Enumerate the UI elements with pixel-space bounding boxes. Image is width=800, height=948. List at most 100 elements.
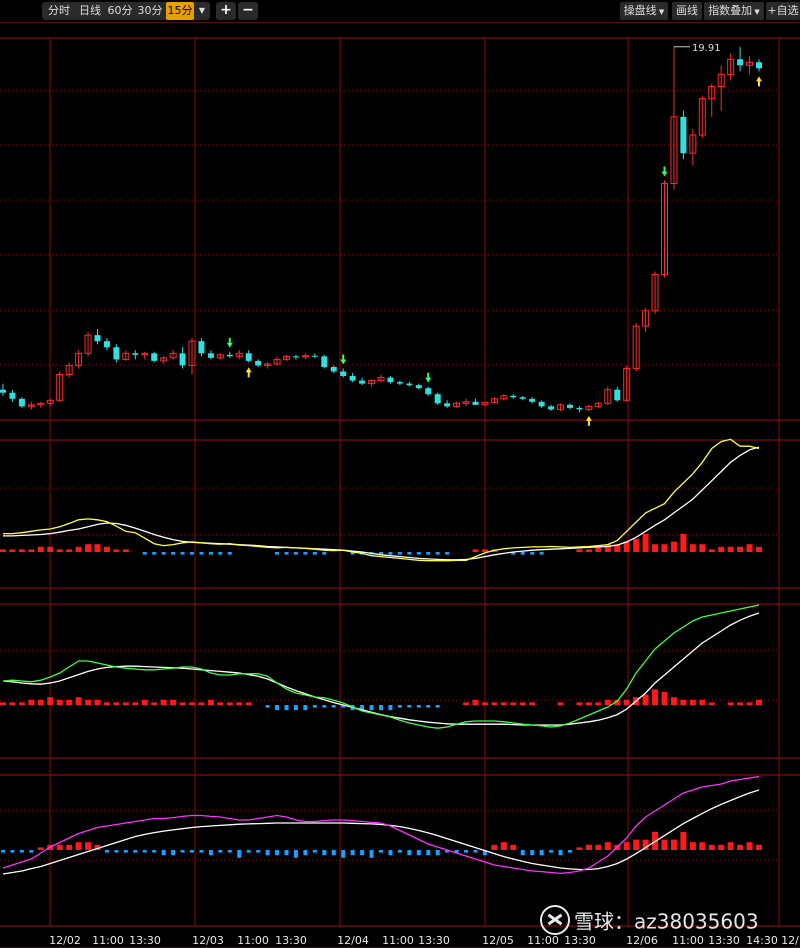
candle xyxy=(198,341,205,354)
histogram-bar xyxy=(407,850,412,856)
candle xyxy=(113,347,120,360)
histogram-bar xyxy=(737,844,744,850)
candle xyxy=(132,353,139,355)
histogram-bar xyxy=(500,702,507,705)
histogram-bar xyxy=(199,552,204,555)
histogram-bar xyxy=(179,702,186,705)
period-tab-30min[interactable]: 30分 xyxy=(136,2,164,20)
candle xyxy=(415,385,422,389)
zoom-in-button[interactable]: + xyxy=(216,2,236,20)
histogram-bar xyxy=(435,850,440,856)
histogram-bar xyxy=(56,844,63,850)
histogram-bar xyxy=(633,839,640,850)
candle xyxy=(151,353,158,361)
histogram-bar xyxy=(113,702,120,705)
histogram-bar xyxy=(416,705,421,708)
histogram-bar xyxy=(756,699,762,705)
histogram-bar xyxy=(576,549,583,552)
candle xyxy=(245,353,252,361)
histogram-bar xyxy=(331,705,336,708)
x-axis-label: 12/04 xyxy=(337,934,369,947)
histogram-bar xyxy=(312,552,317,555)
histogram-bar xyxy=(207,699,214,705)
candle xyxy=(321,356,328,367)
histogram-bar xyxy=(642,694,649,705)
histogram-bar xyxy=(699,842,706,850)
histogram-bar xyxy=(0,702,6,705)
period-tab-15min[interactable]: 15分 xyxy=(166,2,194,20)
histogram-bar xyxy=(142,552,147,555)
trading-line-button[interactable]: 操盘线 ▼ xyxy=(620,2,668,20)
draw-line-button[interactable]: 画线 xyxy=(672,2,702,20)
histogram-bar xyxy=(746,842,753,850)
histogram-bar xyxy=(94,699,101,705)
histogram-bar xyxy=(0,549,6,552)
histogram-bar xyxy=(284,552,289,555)
watchlist-button[interactable]: +自选 xyxy=(766,2,800,20)
period-tab-intraday[interactable]: 分时 xyxy=(44,2,74,20)
histogram-bar xyxy=(19,850,24,853)
period-dropdown-icon[interactable]: ▼ xyxy=(196,2,208,20)
chevron-down-icon: ▼ xyxy=(752,8,760,16)
x-axis-label: 11:00 xyxy=(92,934,124,947)
x-axis-label: 13:30 xyxy=(564,934,596,947)
histogram-bar xyxy=(66,699,73,705)
sell-arrow-icon xyxy=(226,337,233,348)
histogram-bar xyxy=(604,699,611,705)
histogram-bar xyxy=(369,705,374,711)
histogram-bar xyxy=(595,844,602,850)
x-axis-label: 11:00 xyxy=(382,934,414,947)
histogram-bar xyxy=(37,847,44,850)
histogram-bar xyxy=(727,546,734,552)
histogram-bar xyxy=(360,850,365,856)
sell-arrow-icon xyxy=(661,166,668,177)
stock-chart[interactable]: 19.91 12/02 11:00 13:30 12/03 11:00 13:30 12/04… xyxy=(0,0,800,948)
histogram-bar xyxy=(284,850,289,856)
x-axis-label: 12/05 xyxy=(482,934,514,947)
histogram-bar xyxy=(180,552,185,555)
histogram-bar xyxy=(312,705,317,708)
histogram-bar xyxy=(122,549,129,552)
histogram-bar xyxy=(103,546,110,552)
sell-arrow-icon xyxy=(340,354,347,365)
histogram-bar xyxy=(293,552,298,555)
histogram-bar xyxy=(530,850,535,856)
histogram-bar xyxy=(18,702,25,705)
histogram-bar xyxy=(473,850,478,853)
histogram-bar xyxy=(198,702,205,705)
histogram-bar xyxy=(132,702,139,705)
histogram-bar xyxy=(491,702,498,705)
x-axis-label: 11:00 xyxy=(527,934,559,947)
histogram-bar xyxy=(576,702,583,705)
histogram-bar xyxy=(727,842,734,850)
histogram-bar xyxy=(199,850,204,853)
histogram-bar xyxy=(170,699,177,705)
candle xyxy=(0,389,6,393)
candle xyxy=(330,366,337,372)
candle xyxy=(340,371,347,377)
histogram-bar xyxy=(122,702,129,705)
trading-line-label: 操盘线 xyxy=(623,4,657,17)
histogram-bar xyxy=(680,699,687,705)
x-axis-label: 12/ xyxy=(781,934,799,947)
index-overlay-button[interactable]: 指数叠加 ▼ xyxy=(704,2,764,20)
histogram-bar xyxy=(388,552,393,555)
histogram-bar xyxy=(670,541,677,552)
histogram-bar xyxy=(530,552,535,555)
histogram-bar xyxy=(435,705,440,708)
zoom-out-button[interactable]: − xyxy=(238,2,258,20)
histogram-bar xyxy=(585,702,592,705)
histogram-bar xyxy=(708,549,715,552)
candle xyxy=(444,403,451,407)
histogram-bar xyxy=(275,552,280,555)
period-tab-daily[interactable]: 日线 xyxy=(76,2,104,20)
histogram-bar xyxy=(388,705,393,711)
period-tab-60min[interactable]: 60分 xyxy=(106,2,134,20)
histogram-bar xyxy=(519,702,526,705)
candle xyxy=(226,354,233,357)
histogram-bar xyxy=(208,552,213,555)
histogram-bar xyxy=(727,702,734,705)
histogram-bar xyxy=(661,692,668,705)
histogram-bar xyxy=(652,544,659,552)
histogram-bar xyxy=(481,549,488,552)
